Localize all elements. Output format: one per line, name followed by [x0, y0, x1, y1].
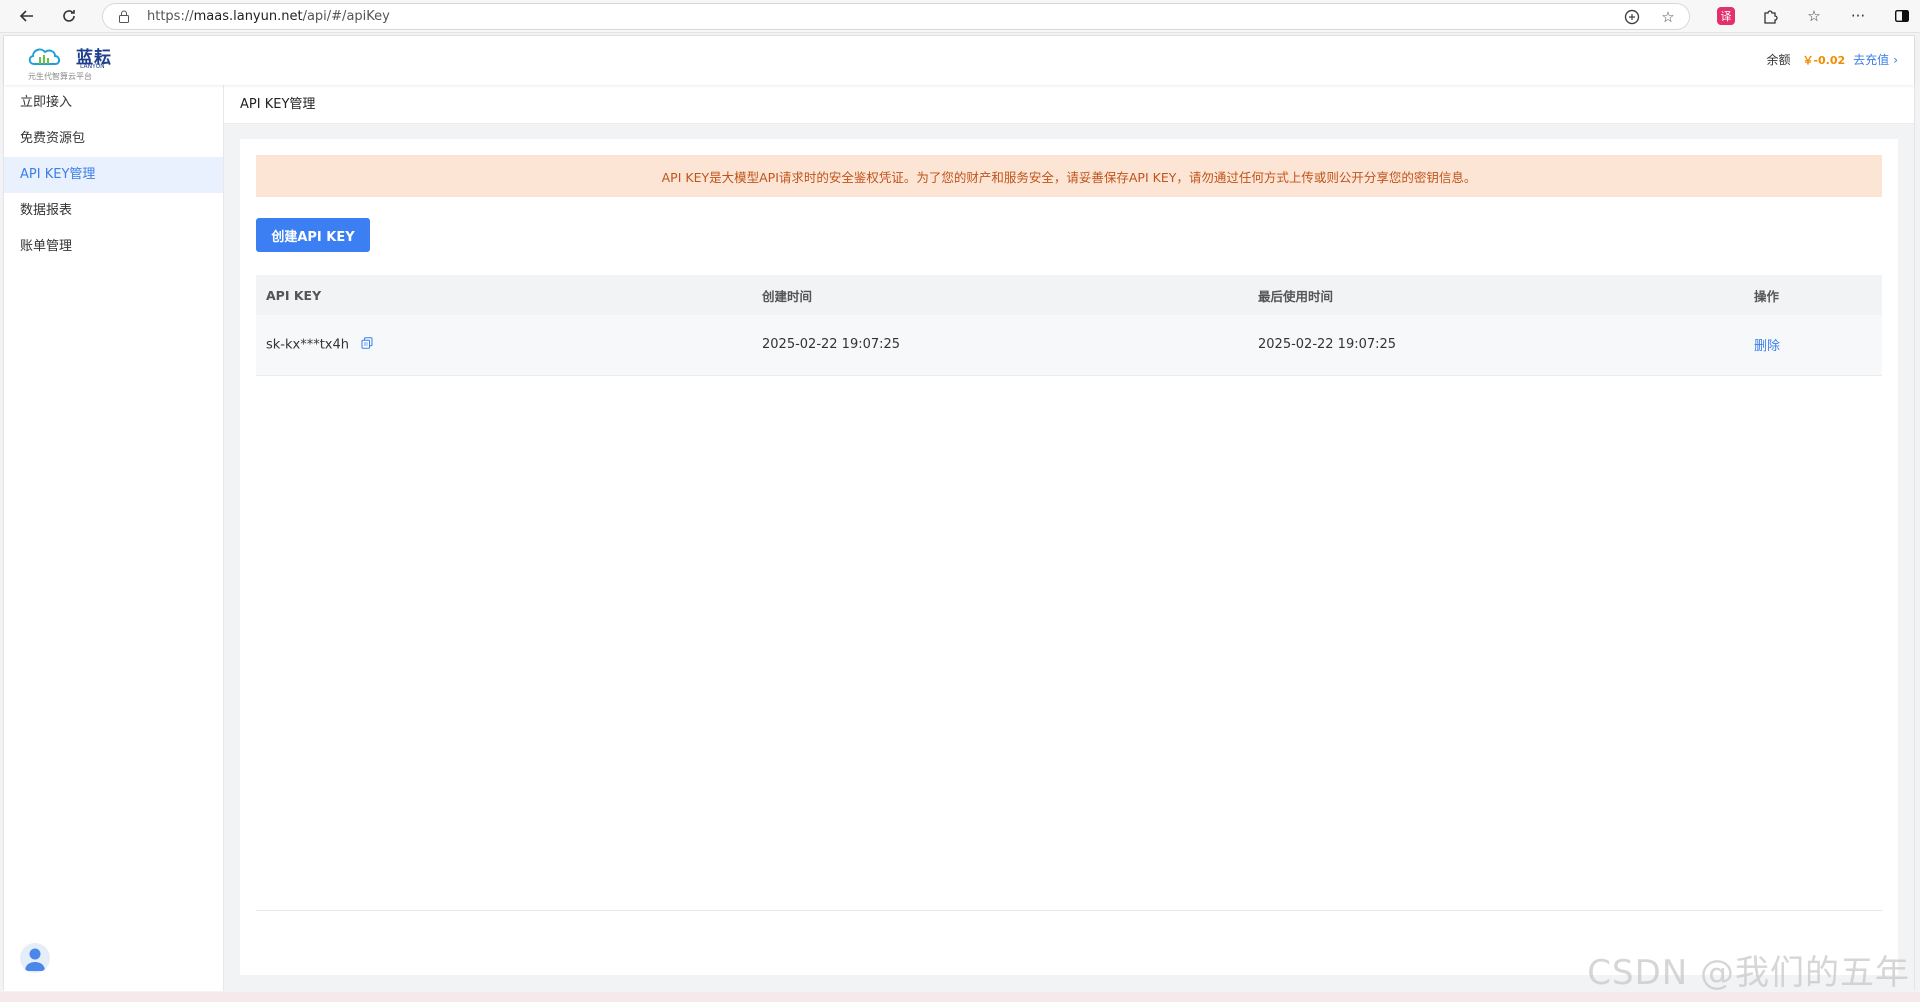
chevron-right-icon[interactable]: › [1893, 53, 1898, 67]
content-divider [256, 910, 1882, 911]
watermark: CSDN @我们的五年 [1587, 953, 1910, 993]
back-arrow-icon[interactable] [12, 1, 42, 31]
favorites-icon[interactable]: ☆ [1802, 4, 1826, 28]
main-area: API KEY管理 API KEY是大模型API请求时的安全鉴权凭证。为了您的财… [224, 85, 1914, 991]
sidebar-item-quick-access[interactable]: 立即接入 [4, 85, 223, 121]
column-header-api-key: API KEY [256, 275, 752, 315]
api-key-value: sk-kx***tx4h [266, 337, 350, 353]
extension-icon[interactable]: 译 [1714, 4, 1738, 28]
column-header-created: 创建时间 [752, 275, 1248, 315]
column-header-last-used: 最后使用时间 [1248, 275, 1744, 315]
balance-label: 余额 [1766, 53, 1791, 67]
browser-toolbar: https://maas.lanyun.net/api/#/apiKey ☆ 译… [0, 0, 1920, 33]
sidebar-icon[interactable] [1890, 4, 1914, 28]
cell-actions: 删除 [1744, 315, 1882, 376]
security-alert: API KEY是大模型API请求时的安全鉴权凭证。为了您的财产和服务安全，请妥善… [256, 155, 1882, 197]
create-api-key-button[interactable]: 创建API KEY [256, 218, 370, 252]
recharge-link[interactable]: 去充值 [1853, 51, 1889, 68]
content-card: API KEY是大模型API请求时的安全鉴权凭证。为了您的财产和服务安全，请妥善… [240, 139, 1898, 975]
lock-icon[interactable] [117, 10, 131, 24]
cell-last-used: 2025-02-22 19:07:25 [1248, 315, 1744, 376]
sidebar-item-free-resources[interactable]: 免费资源包 [4, 121, 223, 157]
reload-icon[interactable] [54, 1, 84, 31]
app-window: 蓝耘 LANYUN 元生代智算云平台 余额 ￥-0.02 去充值 › 立即接入 … [3, 35, 1915, 991]
url-host: maas.lanyun.net [193, 9, 303, 24]
app-header: 蓝耘 LANYUN 元生代智算云平台 余额 ￥-0.02 去充值 › [4, 36, 1914, 85]
api-key-table: API KEY 创建时间 最后使用时间 操作 sk-kx***tx4h 2025… [256, 275, 1882, 376]
cell-created: 2025-02-22 19:07:25 [752, 315, 1248, 376]
cell-api-key: sk-kx***tx4h [256, 315, 752, 376]
url-path: /api/#/apiKey [302, 9, 390, 24]
balance-area: 余额 ￥-0.02 去充值 › [1766, 51, 1898, 68]
avatar[interactable] [20, 943, 50, 973]
table-header-row: API KEY 创建时间 最后使用时间 操作 [256, 275, 1882, 315]
puzzle-icon[interactable] [1758, 4, 1782, 28]
balance-value: ￥-0.02 [1802, 53, 1846, 67]
copy-icon[interactable] [361, 337, 373, 353]
delete-link[interactable]: 删除 [1754, 339, 1780, 354]
sidebar-item-api-key[interactable]: API KEY管理 [4, 157, 223, 193]
url-prefix: https:// [147, 9, 194, 24]
logo-subtitle: 元生代智算云平台 [28, 72, 92, 81]
star-icon[interactable]: ☆ [1659, 8, 1677, 26]
translate-icon[interactable] [1623, 8, 1641, 26]
user-icon [25, 948, 45, 971]
logo[interactable]: 蓝耘 LANYUN 元生代智算云平台 [26, 41, 126, 81]
page-title: API KEY管理 [224, 85, 1914, 124]
cloud-logo-icon [28, 48, 61, 65]
more-icon[interactable]: ··· [1846, 4, 1870, 28]
sidebar-item-reports[interactable]: 数据报表 [4, 193, 223, 229]
column-header-actions: 操作 [1744, 275, 1882, 315]
logo-english: LANYUN [80, 63, 105, 70]
url-text: https://maas.lanyun.net/api/#/apiKey [147, 9, 390, 24]
sidebar: 立即接入 免费资源包 API KEY管理 数据报表 账单管理 [4, 85, 224, 991]
taskbar-strip [0, 992, 1920, 1002]
sidebar-item-billing[interactable]: 账单管理 [4, 229, 223, 265]
table-row: sk-kx***tx4h 2025-02-22 19:07:25 2025-02… [256, 315, 1882, 376]
address-bar[interactable]: https://maas.lanyun.net/api/#/apiKey ☆ [102, 3, 1690, 30]
